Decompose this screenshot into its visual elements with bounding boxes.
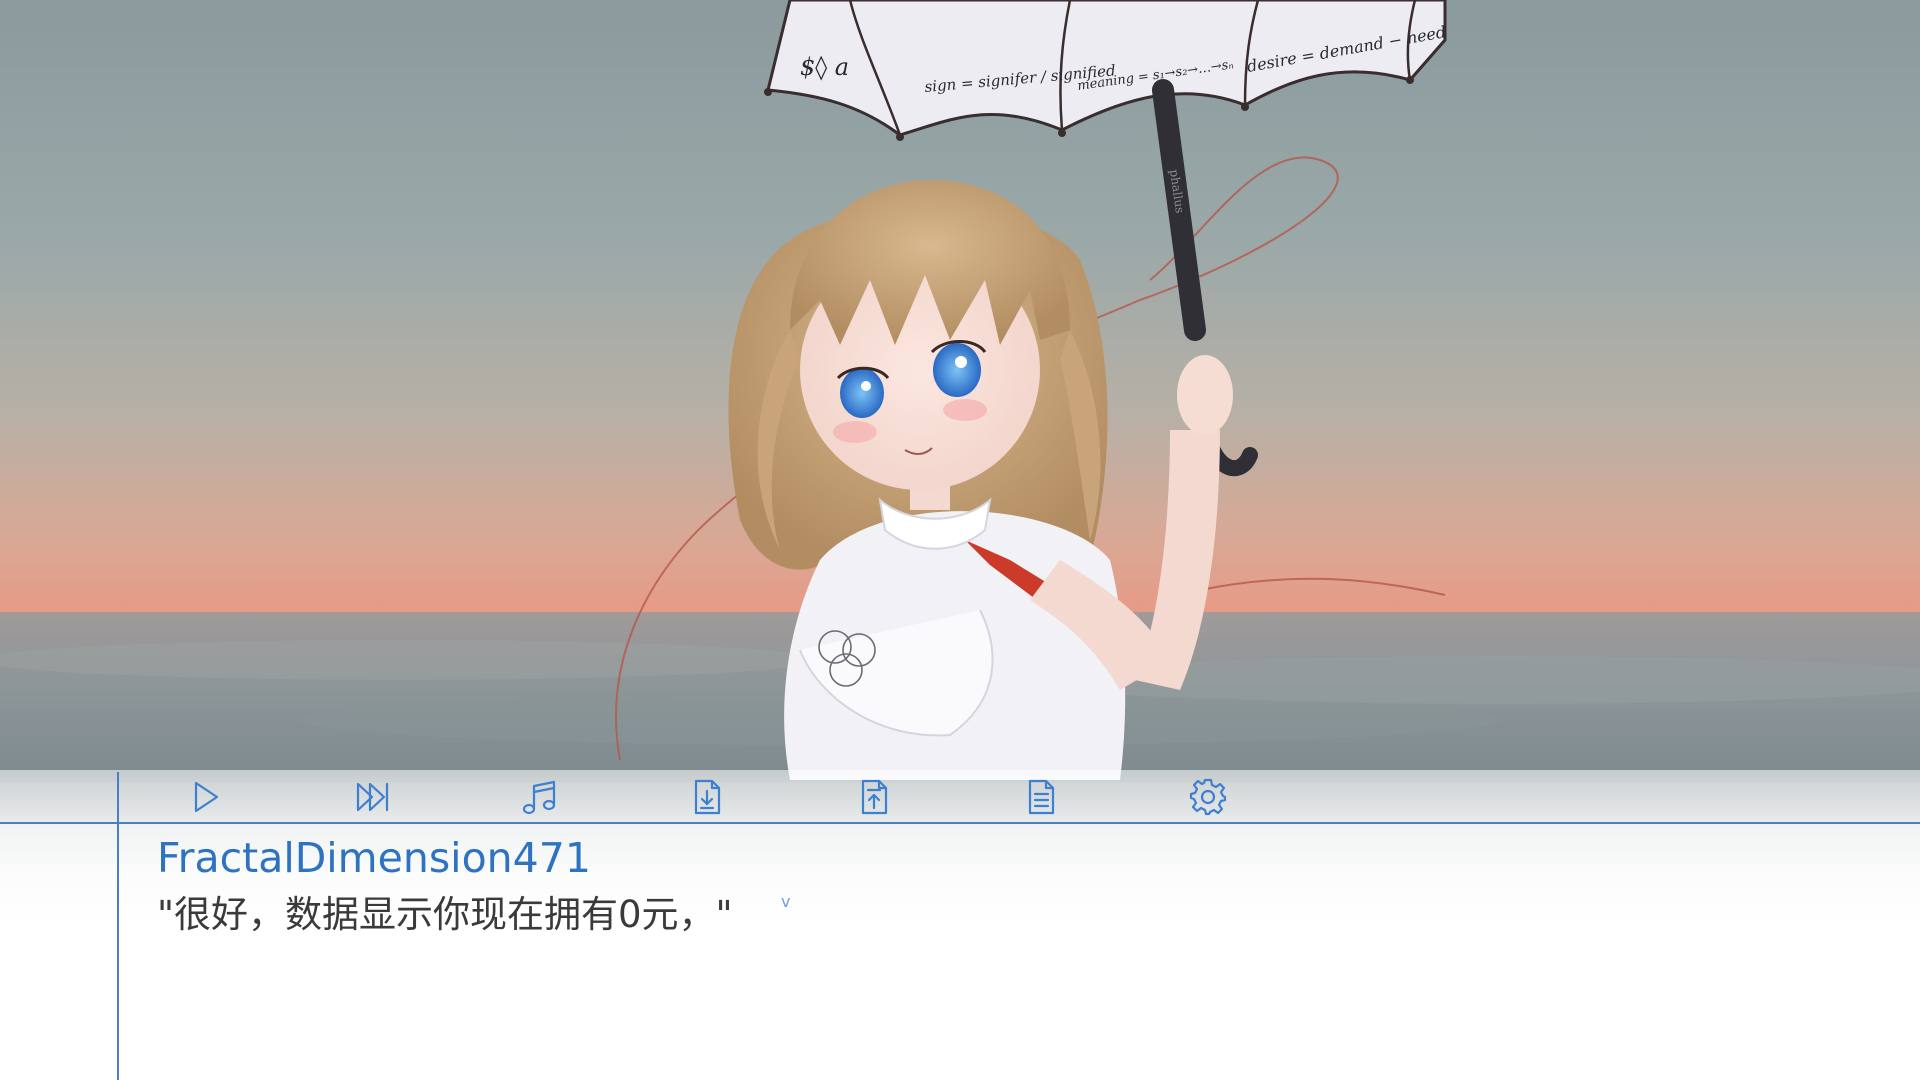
document-icon xyxy=(1028,779,1055,815)
save-button[interactable] xyxy=(683,774,731,820)
textbox-left-border xyxy=(117,772,119,1080)
skip-button[interactable] xyxy=(349,774,397,820)
log-button[interactable] xyxy=(1017,774,1065,820)
load-button[interactable] xyxy=(850,774,898,820)
settings-button[interactable] xyxy=(1184,774,1232,820)
gear-icon xyxy=(1189,778,1227,816)
speaker-name: FractalDimension471 xyxy=(157,834,591,882)
music-button[interactable] xyxy=(515,774,563,820)
continue-indicator-icon[interactable]: v xyxy=(781,892,790,911)
dialogue-text: "很好，数据显示你现在拥有0元，" xyxy=(157,893,733,936)
file-download-icon xyxy=(694,779,721,815)
play-icon xyxy=(194,781,219,813)
toolbar-divider xyxy=(0,822,1920,824)
quick-menu-bar xyxy=(0,770,1920,824)
music-note-icon xyxy=(522,780,556,815)
fast-forward-icon xyxy=(356,782,389,812)
file-upload-icon xyxy=(861,779,888,815)
umbrella-text-1: $◊ a xyxy=(800,53,849,81)
auto-play-button[interactable] xyxy=(181,774,229,820)
game-screen[interactable]: $◊ a sign = signifer / signified meaning… xyxy=(0,0,1920,1080)
